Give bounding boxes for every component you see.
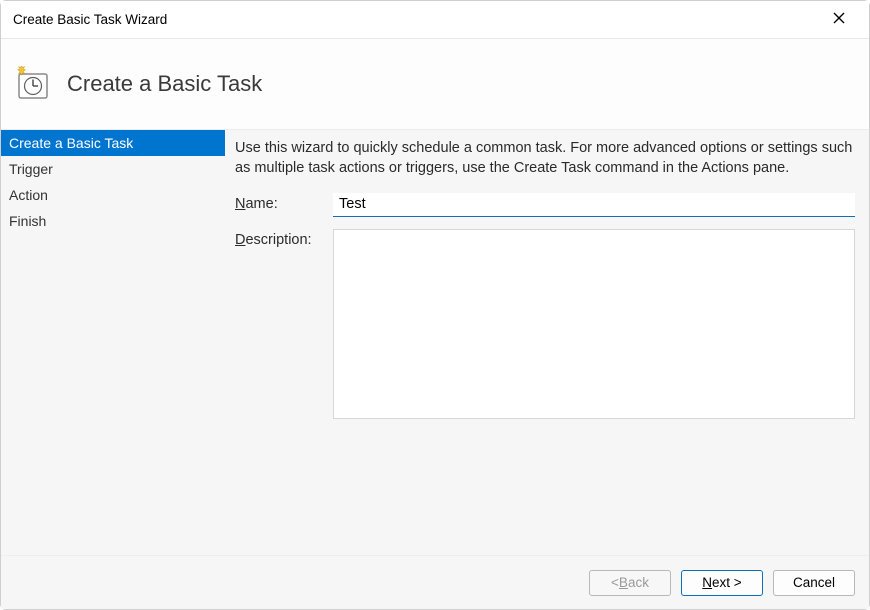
step-action[interactable]: Action	[1, 182, 225, 208]
name-row: Name:	[235, 193, 855, 217]
button-bar: < Back Next > Cancel	[1, 555, 869, 609]
name-input[interactable]	[333, 193, 855, 217]
step-sidebar: Create a Basic Task Trigger Action Finis…	[1, 130, 225, 555]
description-row: Description:	[235, 229, 855, 419]
cancel-button[interactable]: Cancel	[773, 570, 855, 596]
page-title: Create a Basic Task	[67, 71, 262, 97]
content-pane: Use this wizard to quickly schedule a co…	[225, 130, 869, 555]
name-label: Name:	[235, 193, 333, 212]
wizard-header: Create a Basic Task	[1, 39, 869, 129]
wizard-body: Create a Basic Task Trigger Action Finis…	[1, 129, 869, 555]
step-finish[interactable]: Finish	[1, 208, 225, 234]
description-input[interactable]	[333, 229, 855, 419]
window-title: Create Basic Task Wizard	[13, 12, 167, 27]
close-icon	[833, 12, 845, 27]
close-button[interactable]	[819, 5, 859, 35]
task-scheduler-icon	[15, 66, 51, 102]
back-button: < Back	[589, 570, 671, 596]
step-trigger[interactable]: Trigger	[1, 156, 225, 182]
titlebar: Create Basic Task Wizard	[1, 1, 869, 39]
next-button[interactable]: Next >	[681, 570, 763, 596]
intro-text: Use this wizard to quickly schedule a co…	[235, 138, 855, 179]
step-create-basic-task[interactable]: Create a Basic Task	[1, 130, 225, 156]
description-label: Description:	[235, 229, 333, 248]
